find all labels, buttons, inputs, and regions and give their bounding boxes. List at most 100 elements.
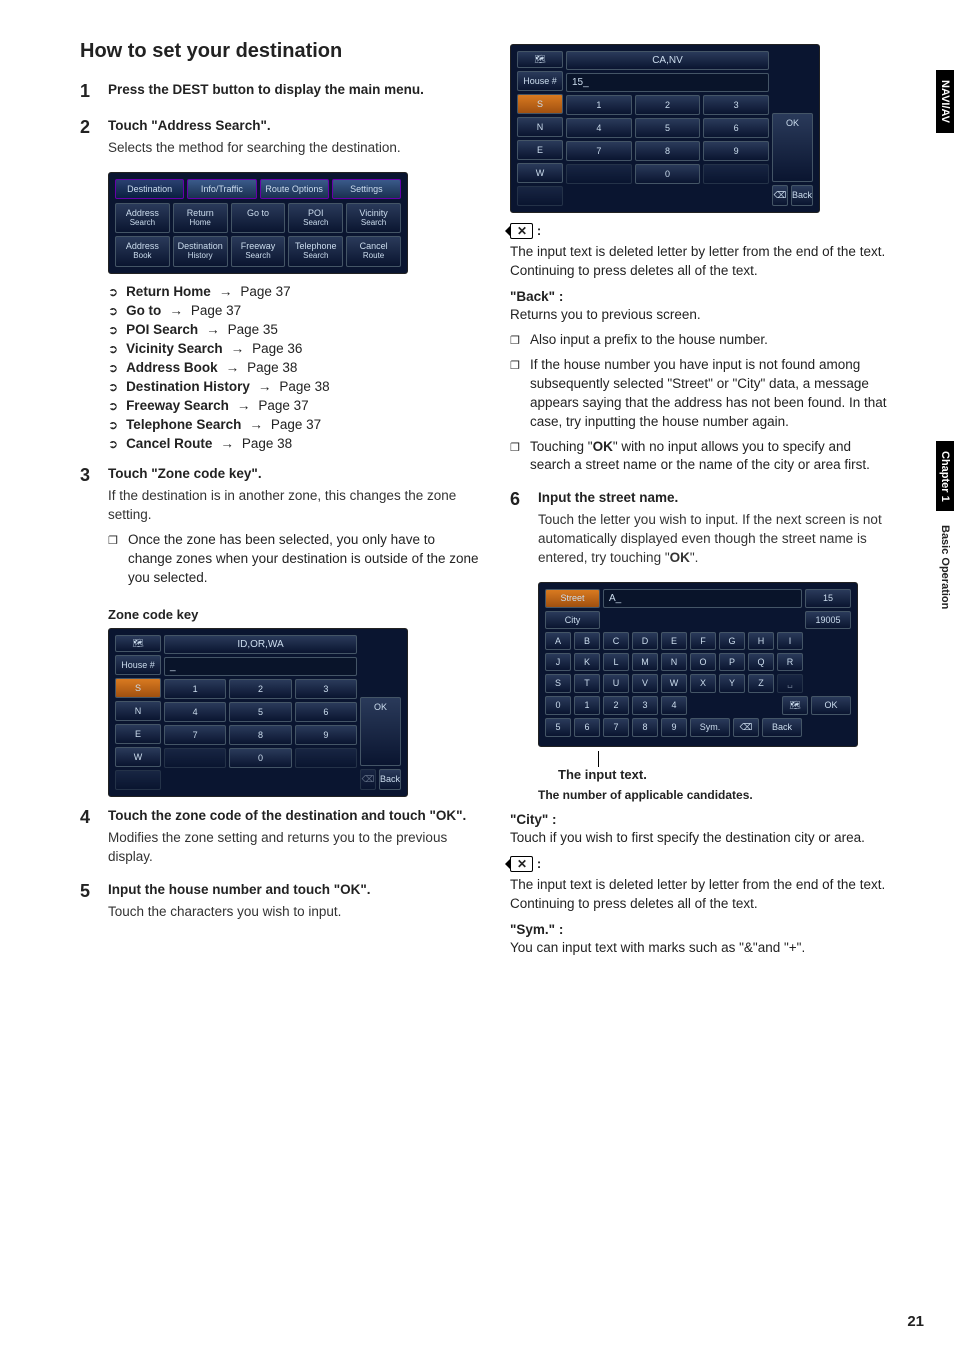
cross-ref: Go to → Page 37 <box>108 303 480 318</box>
back-button[interactable]: Back <box>379 769 401 790</box>
kbd-key[interactable]: 0 <box>545 696 571 715</box>
kbd-key[interactable]: E <box>661 632 687 650</box>
numpad-key[interactable]: 4 <box>566 118 632 138</box>
menu-item[interactable]: CancelRoute <box>346 236 401 267</box>
kbd-key[interactable]: J <box>545 653 571 671</box>
kbd-key[interactable]: 7 <box>603 718 629 737</box>
menu-item[interactable]: VicinitySearch <box>346 203 401 234</box>
kbd-key[interactable]: S <box>545 674 571 693</box>
back-button[interactable]: Back <box>791 185 813 206</box>
kbd-key[interactable]: H <box>748 632 774 650</box>
city-tab[interactable]: City <box>545 611 600 629</box>
kbd-key[interactable]: Y <box>719 674 745 693</box>
dev-tab-destination[interactable]: Destination <box>115 179 184 199</box>
sym-button[interactable]: Sym. <box>690 718 730 737</box>
numpad-key[interactable]: 1 <box>164 679 226 699</box>
kbd-key[interactable]: B <box>574 632 600 650</box>
kbd-space[interactable]: ␣ <box>777 674 803 693</box>
kbd-key[interactable]: Z <box>748 674 774 693</box>
key-e[interactable]: E <box>115 724 161 744</box>
house-label[interactable]: House # <box>517 71 563 91</box>
key-n[interactable]: N <box>517 117 563 137</box>
street-tab[interactable]: Street <box>545 589 600 608</box>
kbd-key[interactable]: Q <box>748 653 774 671</box>
menu-item[interactable]: AddressBook <box>115 236 170 267</box>
numpad-key[interactable]: 2 <box>229 679 291 699</box>
dev-tab-settings[interactable]: Settings <box>332 179 401 199</box>
key-w[interactable]: W <box>517 163 563 183</box>
key-s[interactable]: S <box>115 678 161 698</box>
kbd-key[interactable]: F <box>690 632 716 650</box>
numpad-key[interactable]: 9 <box>295 725 357 745</box>
kbd-key[interactable]: 3 <box>632 696 658 715</box>
kbd-key[interactable]: I <box>777 632 803 650</box>
menu-item[interactable]: AddressSearch <box>115 203 170 234</box>
kbd-key[interactable]: T <box>574 674 600 693</box>
house-input[interactable]: _ <box>164 657 357 676</box>
kbd-key[interactable]: O <box>690 653 716 671</box>
numpad-key[interactable]: 2 <box>635 95 701 115</box>
numpad-key[interactable]: 9 <box>703 141 769 161</box>
numpad-key[interactable]: 5 <box>229 702 291 722</box>
kbd-key[interactable]: A <box>545 632 571 650</box>
numpad-key[interactable]: 6 <box>295 702 357 722</box>
zone-icon[interactable]: 🗺 <box>517 51 563 68</box>
ok-button[interactable]: OK <box>772 113 813 182</box>
numpad-key[interactable]: 5 <box>635 118 701 138</box>
back-button[interactable]: Back <box>762 718 802 737</box>
key-s[interactable]: S <box>517 94 563 114</box>
kbd-key[interactable]: N <box>661 653 687 671</box>
numpad-key[interactable]: 0 <box>635 164 701 184</box>
zone-icon[interactable]: 🗺 <box>115 635 161 652</box>
key-n[interactable]: N <box>115 701 161 721</box>
kbd-key[interactable]: U <box>603 674 629 693</box>
numpad-key[interactable]: 7 <box>566 141 632 161</box>
numpad-key[interactable]: 8 <box>229 725 291 745</box>
numpad-key[interactable]: 3 <box>703 95 769 115</box>
menu-item[interactable]: FreewaySearch <box>231 236 286 267</box>
ok-button[interactable]: OK <box>811 696 851 715</box>
numpad-key[interactable]: 8 <box>635 141 701 161</box>
kbd-key[interactable]: X <box>690 674 716 693</box>
numpad-key[interactable]: 3 <box>295 679 357 699</box>
kbd-key[interactable]: 2 <box>603 696 629 715</box>
delete-icon[interactable]: ⌫ <box>772 185 788 206</box>
dev-tab-info[interactable]: Info/Traffic <box>187 179 256 199</box>
kbd-key[interactable]: P <box>719 653 745 671</box>
numpad-key[interactable]: 0 <box>229 748 291 768</box>
menu-item[interactable]: TelephoneSearch <box>288 236 343 267</box>
kbd-key[interactable]: L <box>603 653 629 671</box>
kbd-key[interactable]: W <box>661 674 687 693</box>
key-e[interactable]: E <box>517 140 563 160</box>
kbd-key[interactable]: K <box>574 653 600 671</box>
kbd-key[interactable]: 1 <box>574 696 600 715</box>
kbd-key[interactable]: 6 <box>574 718 600 737</box>
key-w[interactable]: W <box>115 747 161 767</box>
kbd-key[interactable]: M <box>632 653 658 671</box>
kbd-key[interactable]: C <box>603 632 629 650</box>
delete-icon[interactable]: ⌫ <box>360 769 376 790</box>
menu-item[interactable]: DestinationHistory <box>173 236 228 267</box>
menu-item[interactable]: POISearch <box>288 203 343 234</box>
numpad-key[interactable]: 6 <box>703 118 769 138</box>
kbd-key[interactable]: 8 <box>632 718 658 737</box>
house-label[interactable]: House # <box>115 655 161 675</box>
street-input[interactable]: A_ <box>603 589 802 608</box>
zone-icon[interactable]: 🗺 <box>782 696 808 715</box>
menu-item[interactable]: Go to <box>231 203 286 234</box>
kbd-key[interactable]: V <box>632 674 658 693</box>
kbd-key[interactable]: 4 <box>661 696 687 715</box>
menu-item[interactable]: ReturnHome <box>173 203 228 234</box>
numpad-key[interactable]: 4 <box>164 702 226 722</box>
numpad-key[interactable]: 7 <box>164 725 226 745</box>
ok-button[interactable]: OK <box>360 697 401 766</box>
dev-tab-route[interactable]: Route Options <box>260 179 329 199</box>
kbd-key[interactable]: D <box>632 632 658 650</box>
kbd-key[interactable]: 5 <box>545 718 571 737</box>
kbd-key[interactable]: R <box>777 653 803 671</box>
kbd-key[interactable]: G <box>719 632 745 650</box>
numpad-key[interactable]: 1 <box>566 95 632 115</box>
kbd-key[interactable]: 9 <box>661 718 687 737</box>
delete-icon[interactable]: ⌫ <box>733 718 759 737</box>
house-input[interactable]: 15_ <box>566 73 769 92</box>
